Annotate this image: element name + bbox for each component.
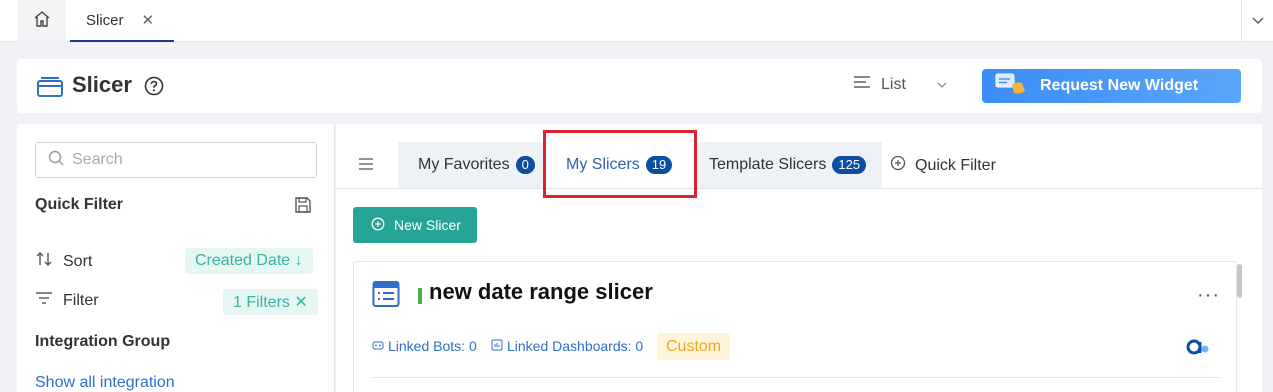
custom-tag: Custom	[657, 333, 731, 360]
save-icon[interactable]	[294, 196, 312, 219]
close-icon[interactable]: ✕	[142, 11, 155, 29]
search-icon	[48, 150, 64, 171]
page-header: Slicer List Request New Widget	[17, 59, 1262, 113]
plus-circle-icon	[890, 155, 906, 176]
divider	[372, 377, 1220, 378]
linked-bots-label: Linked Bots: 0	[388, 338, 477, 354]
dashboard-icon	[491, 338, 503, 354]
slicer-widget-icon	[372, 280, 400, 313]
chevron-down-icon	[936, 76, 948, 94]
tab-my-slicers[interactable]: My Slicers 19	[546, 142, 696, 188]
quick-filter-title: Quick Filter	[35, 196, 124, 213]
sort-icon	[35, 250, 53, 273]
quick-filter-button[interactable]: Quick Filter	[890, 155, 996, 176]
tab-slicer[interactable]: Slicer ✕	[70, 0, 174, 42]
tabs-overflow-button[interactable]	[1241, 0, 1273, 42]
count-badge: 19	[645, 156, 673, 174]
tab-label: My Favorites	[418, 156, 510, 173]
list-icon	[853, 75, 871, 94]
slicer-icon	[37, 75, 63, 102]
request-new-widget-label: Request New Widget	[1040, 77, 1199, 94]
linked-bots[interactable]: Linked Bots: 0	[372, 338, 477, 354]
bot-icon	[372, 338, 384, 354]
sort-label: Sort	[63, 252, 93, 270]
menu-icon[interactable]	[358, 157, 374, 176]
home-tab[interactable]	[18, 0, 66, 42]
tab-label: Template Slicers	[709, 156, 827, 173]
status-bar	[418, 288, 422, 304]
tab-slicer-label: Slicer	[86, 11, 124, 29]
view-mode-label: List	[881, 75, 906, 93]
scrollbar-thumb[interactable]	[1237, 264, 1242, 298]
slicer-tabs: My Favorites 0 Template Slicers 125 My S…	[336, 142, 1262, 189]
tab-my-favorites[interactable]: My Favorites 0	[398, 142, 544, 188]
filter-sidebar: Quick Filter Sort Created Date ↓ Filter …	[17, 124, 335, 392]
linked-dashboards-label: Linked Dashboards: 0	[507, 338, 644, 354]
tab-template-slicers[interactable]: Template Slicers 125	[689, 142, 882, 188]
new-slicer-label: New Slicer	[394, 217, 461, 233]
help-icon[interactable]	[144, 76, 164, 101]
request-new-widget-button[interactable]: Request New Widget	[982, 69, 1241, 103]
search-box	[35, 142, 317, 178]
integration-logo-icon	[1186, 338, 1210, 361]
show-all-integration-link[interactable]: Show all integration	[35, 374, 175, 392]
search-input[interactable]	[72, 151, 302, 169]
new-slicer-button[interactable]: New Slicer	[353, 207, 477, 243]
count-badge: 0	[515, 156, 535, 174]
sort-chip[interactable]: Created Date ↓	[185, 248, 313, 274]
home-icon	[33, 10, 51, 33]
card-title[interactable]: new date range slicer	[429, 279, 653, 305]
filter-row: Filter	[35, 291, 99, 310]
plus-circle-icon	[371, 217, 385, 234]
filter-label: Filter	[63, 291, 99, 309]
more-options-icon[interactable]: ···	[1197, 284, 1220, 307]
quick-filter-label: Quick Filter	[915, 156, 996, 174]
slicer-card[interactable]: new date range slicer ··· Linked Bots: 0…	[353, 261, 1237, 392]
integration-group-title: Integration Group	[35, 333, 171, 350]
filter-chip[interactable]: 1 Filters ✕	[223, 289, 318, 315]
main-panel: My Favorites 0 Template Slicers 125 My S…	[336, 124, 1262, 392]
linked-dashboards[interactable]: Linked Dashboards: 0	[491, 338, 643, 354]
page-title: Slicer	[72, 72, 132, 97]
count-badge: 125	[832, 156, 867, 174]
view-mode-select[interactable]: List	[853, 75, 948, 94]
sort-row: Sort	[35, 250, 92, 273]
top-tab-bar: Slicer ✕	[0, 0, 1273, 42]
request-widget-icon	[994, 71, 1028, 102]
filter-icon	[35, 291, 53, 310]
chevron-down-icon	[1251, 12, 1265, 30]
tab-label: My Slicers	[566, 156, 640, 173]
